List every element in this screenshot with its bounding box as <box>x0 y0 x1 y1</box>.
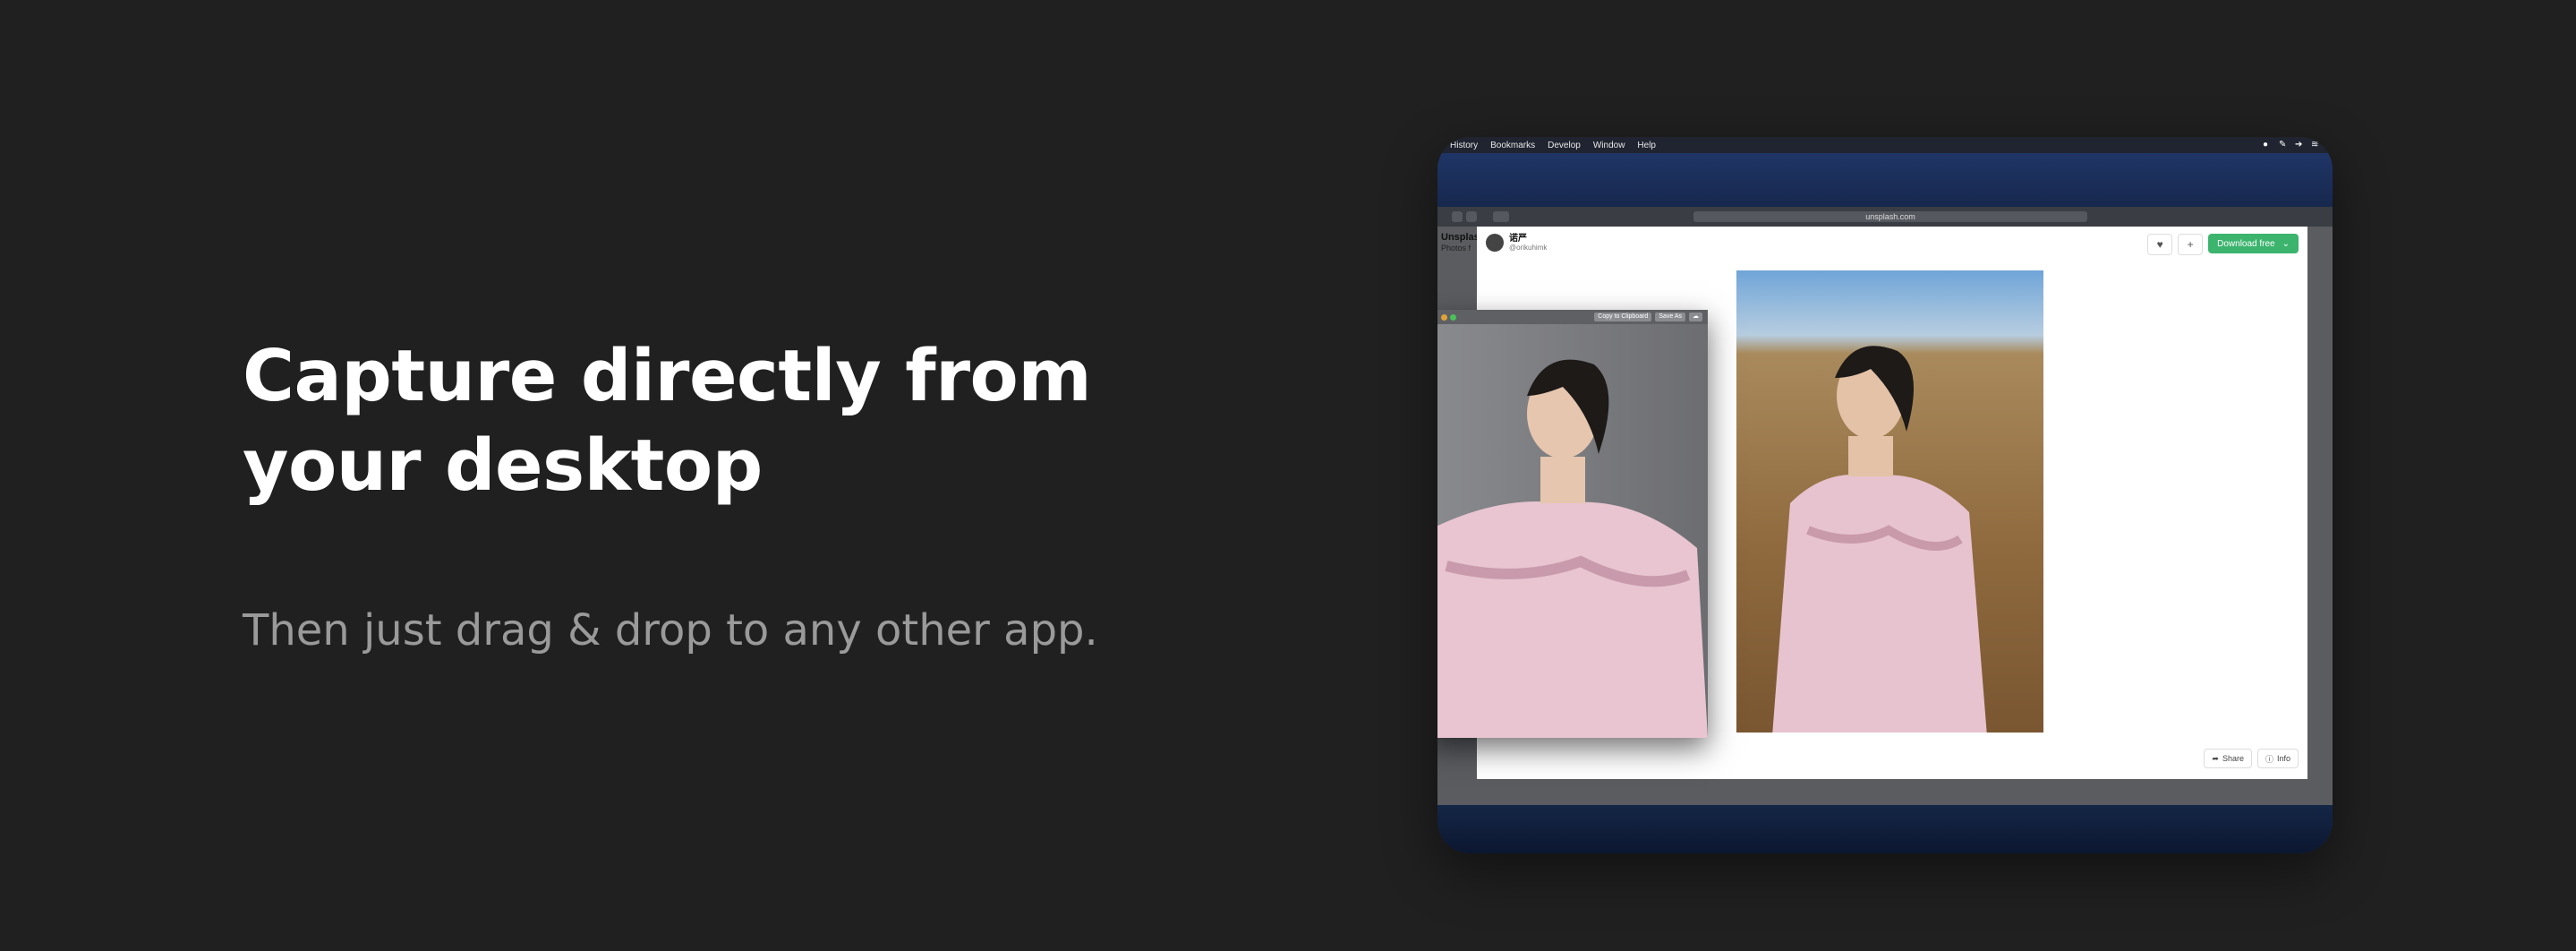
menu-develop[interactable]: Develop <box>1548 141 1581 150</box>
add-to-collection-button[interactable]: + <box>2178 234 2204 255</box>
info-button[interactable]: ⓘ Info <box>2256 749 2299 768</box>
menu-window[interactable]: Window <box>1593 141 1625 150</box>
share-button[interactable]: ➦ Share <box>2204 749 2252 768</box>
app-screenshot: History Bookmarks Develop Window Help ● … <box>1437 137 2333 853</box>
minimize-icon[interactable] <box>1441 314 1447 321</box>
share-icon: ➦ <box>2212 753 2219 763</box>
main-photo[interactable] <box>1736 270 2043 733</box>
capture-preview-window[interactable]: Copy to Clipboard Save As ☁ <box>1437 310 1708 738</box>
forward-icon[interactable] <box>1466 211 1477 222</box>
menubar-status: ● ✎ ➔ ≋ <box>2263 141 2320 150</box>
download-label: Download free <box>2217 238 2275 249</box>
avatar <box>1486 234 1504 252</box>
menu-history[interactable]: History <box>1450 141 1478 150</box>
share-label: Share <box>2222 754 2244 763</box>
arrow-icon[interactable]: ➔ <box>2295 141 2304 150</box>
hero-subtitle: Then just drag & drop to any other app. <box>243 605 1098 655</box>
plus-icon: + <box>2187 238 2194 251</box>
desktop-wallpaper-bottom <box>1437 805 2333 853</box>
url-bar[interactable]: unsplash.com <box>1693 211 2087 222</box>
captured-image[interactable] <box>1437 324 1708 738</box>
capture-app-icon[interactable]: ● <box>2263 141 2272 150</box>
heart-icon: ♥ <box>2156 238 2163 251</box>
captured-figure <box>1437 359 1708 738</box>
info-label: Info <box>2276 754 2290 763</box>
capture-actions: Copy to Clipboard Save As ☁ <box>1594 313 1702 321</box>
modal-footer: ➦ Share ⓘ Info <box>2204 749 2299 768</box>
back-icon[interactable] <box>1452 211 1463 222</box>
pen-icon[interactable]: ✎ <box>2279 141 2288 150</box>
chevron-down-icon[interactable]: ⌄ <box>2282 239 2290 249</box>
hero-section: Capture directly from your desktop Then … <box>243 331 1227 657</box>
copy-to-clipboard-button[interactable]: Copy to Clipboard <box>1594 313 1652 321</box>
author-info[interactable]: 诺严 @orikuhimk <box>1486 234 1547 252</box>
woman-figure <box>1772 346 1987 733</box>
author-name: 诺严 <box>1509 233 1527 244</box>
wifi-icon[interactable]: ≋ <box>2311 141 2320 150</box>
capture-toolbar: Copy to Clipboard Save As ☁ <box>1437 310 1708 324</box>
author-handle: @orikuhimk <box>1509 243 1548 252</box>
like-button[interactable]: ♥ <box>2147 234 2173 255</box>
menu-help[interactable]: Help <box>1637 141 1656 150</box>
save-as-button[interactable]: Save As <box>1655 313 1685 321</box>
hero-title: Capture directly from your desktop <box>243 335 1092 507</box>
browser-toolbar: unsplash.com <box>1437 207 2333 227</box>
macos-menubar: History Bookmarks Develop Window Help ● … <box>1437 137 2333 153</box>
info-icon: ⓘ <box>2265 754 2273 764</box>
zoom-icon[interactable] <box>1450 314 1456 321</box>
desktop-wallpaper <box>1437 153 2333 207</box>
download-button[interactable]: Download free ⌄ <box>2208 234 2299 253</box>
modal-actions: ♥ + Download free ⌄ <box>2147 234 2299 255</box>
sidebar-icon[interactable] <box>1493 211 1509 222</box>
menu-bookmarks[interactable]: Bookmarks <box>1490 141 1535 150</box>
cloud-upload-icon[interactable]: ☁ <box>1689 313 1702 321</box>
